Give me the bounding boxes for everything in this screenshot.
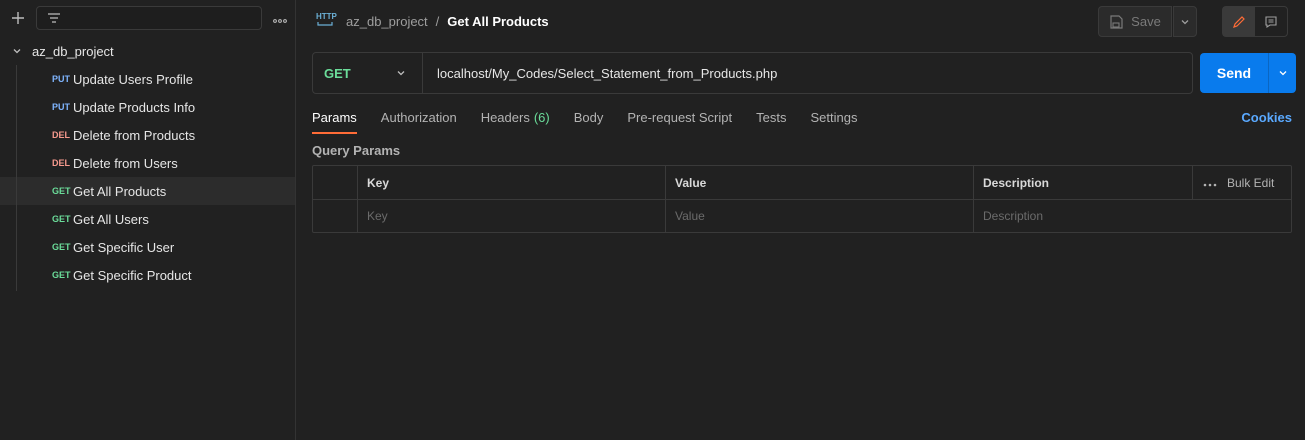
method-value: GET — [324, 65, 351, 81]
comments-button[interactable] — [1255, 7, 1287, 36]
collection-name: az_db_project — [32, 43, 114, 59]
tab-settings[interactable]: Settings — [810, 106, 857, 134]
send-group: Send — [1200, 53, 1296, 93]
filter-input[interactable] — [36, 6, 262, 30]
key-input[interactable]: Key — [367, 209, 388, 223]
chevron-down-icon — [1279, 71, 1286, 76]
more-options-icon[interactable] — [1203, 176, 1217, 190]
request-label: Delete from Products — [73, 127, 196, 143]
query-params-title: Query Params — [312, 143, 401, 158]
tree-guide-line — [16, 65, 17, 291]
send-options-button[interactable] — [1268, 53, 1296, 93]
tab-label: Authorization — [380, 110, 457, 125]
method-badge: DEL — [52, 130, 70, 140]
description-input[interactable]: Description — [983, 209, 1043, 223]
method-badge: GET — [52, 186, 71, 196]
tab-label: Settings — [810, 110, 858, 125]
chevron-down-icon — [13, 49, 21, 54]
method-select[interactable]: GET — [313, 53, 423, 93]
more-options-icon[interactable] — [273, 10, 287, 26]
sidebar-item-update-users-profile[interactable]: PUT Update Users Profile — [0, 65, 295, 93]
sidebar-item-get-all-users[interactable]: GET Get All Users — [0, 205, 295, 233]
row-checkbox-cell — [313, 200, 358, 232]
request-label: Get All Products — [73, 183, 167, 199]
request-label: Get Specific Product — [73, 267, 192, 283]
tab-label: Headers — [480, 110, 530, 125]
chevron-down-icon — [1181, 19, 1189, 24]
tab-label: Params — [312, 110, 357, 125]
sidebar-toolbar — [0, 0, 295, 36]
method-badge: GET — [52, 214, 71, 224]
edit-mode-button[interactable] — [1223, 7, 1255, 36]
sidebar-item-get-specific-product[interactable]: GET Get Specific Product — [0, 261, 295, 289]
method-badge: PUT — [52, 102, 70, 112]
sidebar-item-update-products-info[interactable]: PUT Update Products Info — [0, 93, 295, 121]
http-icon-text: HTTP — [316, 12, 337, 21]
send-button[interactable]: Send — [1200, 53, 1268, 93]
tab-headers[interactable]: Headers (6) — [481, 106, 550, 134]
request-tabs: Params Authorization Headers (6) Body Pre… — [312, 106, 1292, 134]
url-bar: GET localhost/My_Codes/Select_Statement_… — [312, 52, 1193, 94]
checkbox-column-header — [313, 166, 358, 199]
request-list: PUT Update Users Profile PUT Update Prod… — [0, 65, 295, 291]
pencil-icon — [1233, 15, 1245, 28]
breadcrumb-separator: / — [435, 13, 440, 29]
headers-count-badge: (6) — [533, 110, 550, 125]
request-label: Update Users Profile — [73, 71, 193, 87]
column-header-value: Value — [675, 175, 707, 190]
filter-icon — [48, 13, 60, 23]
tab-label: Pre-request Script — [627, 110, 733, 125]
save-options-button[interactable] — [1173, 6, 1197, 37]
tab-pre-request-script[interactable]: Pre-request Script — [627, 106, 732, 134]
breadcrumb-parent[interactable]: az_db_project — [346, 14, 428, 29]
request-label: Get All Users — [73, 211, 149, 227]
method-badge: PUT — [52, 74, 70, 84]
http-request-icon: HTTP — [316, 12, 337, 29]
sidebar-item-delete-from-users[interactable]: DEL Delete from Users — [0, 149, 295, 177]
save-icon — [1110, 14, 1123, 29]
page-title[interactable]: Get All Products — [447, 14, 548, 29]
tab-authorization[interactable]: Authorization — [381, 106, 457, 134]
table-header-row: Key Value Description Bulk Edit — [313, 166, 1291, 199]
save-group: Save — [1098, 6, 1197, 37]
column-header-description: Description — [983, 175, 1050, 190]
query-params-table: Key Value Description Bulk Edit Key Valu… — [312, 165, 1292, 233]
method-badge: GET — [52, 270, 71, 280]
method-badge: GET — [52, 242, 71, 252]
comment-icon — [1265, 15, 1277, 28]
chevron-down-icon — [397, 71, 405, 76]
add-icon[interactable] — [8, 8, 28, 28]
method-badge: DEL — [52, 158, 70, 168]
request-editor: HTTP az_db_project / Get All Products Sa… — [296, 0, 1305, 440]
request-label: Update Products Info — [73, 99, 196, 115]
tab-label: Tests — [756, 110, 787, 125]
save-button[interactable]: Save — [1098, 6, 1172, 37]
cookies-link[interactable]: Cookies — [1241, 110, 1292, 125]
request-label: Delete from Users — [73, 155, 178, 171]
tab-tests[interactable]: Tests — [756, 106, 786, 134]
save-label: Save — [1131, 14, 1161, 29]
bulk-edit-button[interactable]: Bulk Edit — [1227, 176, 1274, 190]
column-header-key: Key — [367, 175, 390, 190]
view-mode-toggle — [1222, 6, 1288, 37]
value-input[interactable]: Value — [675, 209, 705, 223]
sidebar-item-delete-from-products[interactable]: DEL Delete from Products — [0, 121, 295, 149]
table-row: Key Value Description — [313, 199, 1291, 232]
request-label: Get Specific User — [73, 239, 175, 255]
url-input[interactable]: localhost/My_Codes/Select_Statement_from… — [423, 66, 777, 81]
tab-params[interactable]: Params — [312, 106, 357, 134]
sidebar-item-get-specific-user[interactable]: GET Get Specific User — [0, 233, 295, 261]
sidebar-item-get-all-products[interactable]: GET Get All Products — [0, 177, 295, 205]
tab-body[interactable]: Body — [574, 106, 604, 134]
sidebar: az_db_project PUT Update Users Profile P… — [0, 0, 296, 440]
collection-header[interactable]: az_db_project — [0, 37, 295, 65]
tab-label: Body — [573, 110, 604, 125]
